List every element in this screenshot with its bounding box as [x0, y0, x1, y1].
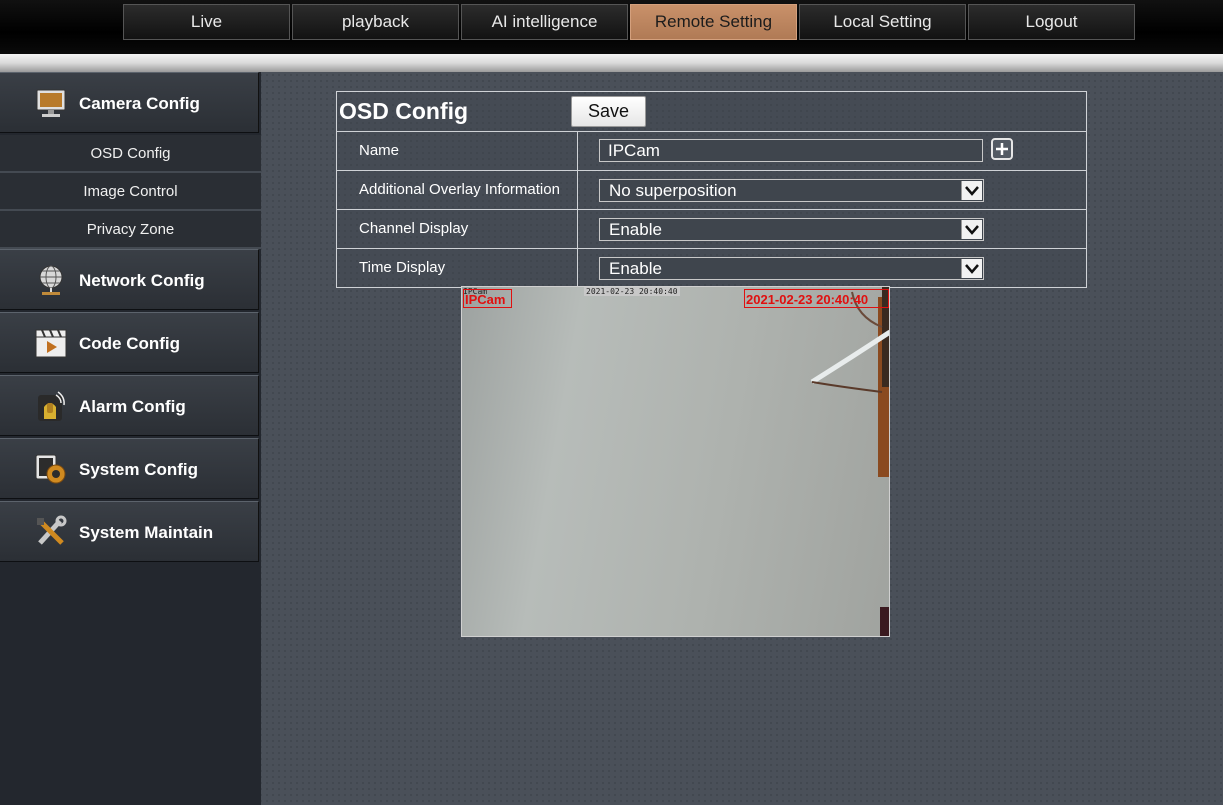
name-input[interactable]: IPCam: [599, 139, 983, 162]
page-title: OSD Config: [339, 98, 469, 124]
channel-overlay-box[interactable]: IPCam: [463, 289, 512, 308]
sidebar-subitem-privacy-zone[interactable]: Privacy Zone: [0, 211, 261, 249]
osd-config-panel: OSD Config Save Name IPCam Additional Ov…: [336, 91, 1087, 288]
sidebar-item-network-config[interactable]: Network Config: [0, 249, 259, 310]
sidebar-item-label: Code Config: [79, 334, 181, 353]
chevron-down-icon: [961, 259, 982, 278]
column-divider: [577, 249, 578, 287]
alarm-icon: [38, 391, 65, 421]
sidebar-item-system-maintain[interactable]: System Maintain: [0, 501, 259, 562]
column-divider: [577, 171, 578, 209]
sidebar-item-label: Camera Config: [79, 94, 200, 113]
channel-display-select[interactable]: Enable: [599, 218, 984, 241]
tab-remote-setting[interactable]: Remote Setting: [630, 4, 797, 40]
sidebar-item-label: Alarm Config: [79, 397, 186, 416]
tab-playback[interactable]: playback: [292, 4, 459, 40]
header-divider-stripe: [0, 54, 1223, 72]
monitor-icon: [36, 89, 66, 117]
sidebar-item-camera-config[interactable]: Camera Config: [0, 72, 259, 133]
tools-icon: [37, 515, 67, 545]
channel-display-selected-value: Enable: [609, 220, 662, 239]
time-display-label: Time Display: [359, 259, 446, 276]
column-divider: [577, 210, 578, 248]
sidebar-item-system-config[interactable]: System Config: [0, 438, 259, 499]
sidebar-item-label: System Config: [79, 460, 199, 479]
sidebar-item-code-config[interactable]: Code Config: [0, 312, 259, 373]
tab-ai-intelligence[interactable]: AI intelligence: [461, 4, 628, 40]
chevron-down-icon: [961, 181, 982, 200]
camera-preview[interactable]: IPCam 2021-02-23 20:40:40 IPCam 2021-02-…: [461, 286, 890, 637]
top-navigation-bar: Live playback AI intelligence Remote Set…: [0, 0, 1223, 54]
plus-icon: [996, 143, 1008, 155]
main-nav: Live playback AI intelligence Remote Set…: [123, 4, 1137, 40]
sidebar-subitem-image-control[interactable]: Image Control: [0, 173, 261, 211]
panel-header: OSD Config Save: [337, 92, 1086, 132]
time-display-select[interactable]: Enable: [599, 257, 984, 280]
preview-tiny-time: 2021-02-23 20:40:40: [584, 287, 680, 296]
overlay-label: Additional Overlay Information: [359, 181, 560, 198]
clapperboard-icon: [35, 329, 67, 358]
sidebar-item-label: Network Config: [79, 271, 205, 290]
column-divider: [577, 132, 578, 170]
sidebar-item-label: System Maintain: [79, 523, 214, 542]
tab-logout[interactable]: Logout: [968, 4, 1135, 40]
preview-scene: [810, 287, 889, 636]
channel-display-label: Channel Display: [359, 220, 469, 237]
name-label: Name: [359, 142, 400, 159]
tab-live[interactable]: Live: [123, 4, 290, 40]
sidebar: Camera Config OSD Config Image Control P…: [0, 72, 261, 805]
sidebar-subitem-osd-config[interactable]: OSD Config: [0, 135, 261, 173]
sidebar-item-alarm-config[interactable]: Alarm Config: [0, 375, 259, 436]
form-row-time-display: Time Display Enable: [337, 249, 1086, 287]
add-button[interactable]: [991, 138, 1013, 160]
tab-local-setting[interactable]: Local Setting: [799, 4, 966, 40]
globe-network-icon: [39, 265, 63, 295]
save-button[interactable]: Save: [571, 96, 646, 127]
time-overlay-box[interactable]: 2021-02-23 20:40:40: [744, 289, 889, 308]
form-row-channel-display: Channel Display Enable: [337, 210, 1086, 249]
time-display-selected-value: Enable: [609, 259, 662, 278]
chevron-down-icon: [961, 220, 982, 239]
form-row-overlay: Additional Overlay Information No superp…: [337, 171, 1086, 210]
gear-icon: [35, 454, 66, 484]
form-row-name: Name IPCam: [337, 132, 1086, 171]
overlay-selected-value: No superposition: [609, 181, 737, 200]
overlay-select[interactable]: No superposition: [599, 179, 984, 202]
